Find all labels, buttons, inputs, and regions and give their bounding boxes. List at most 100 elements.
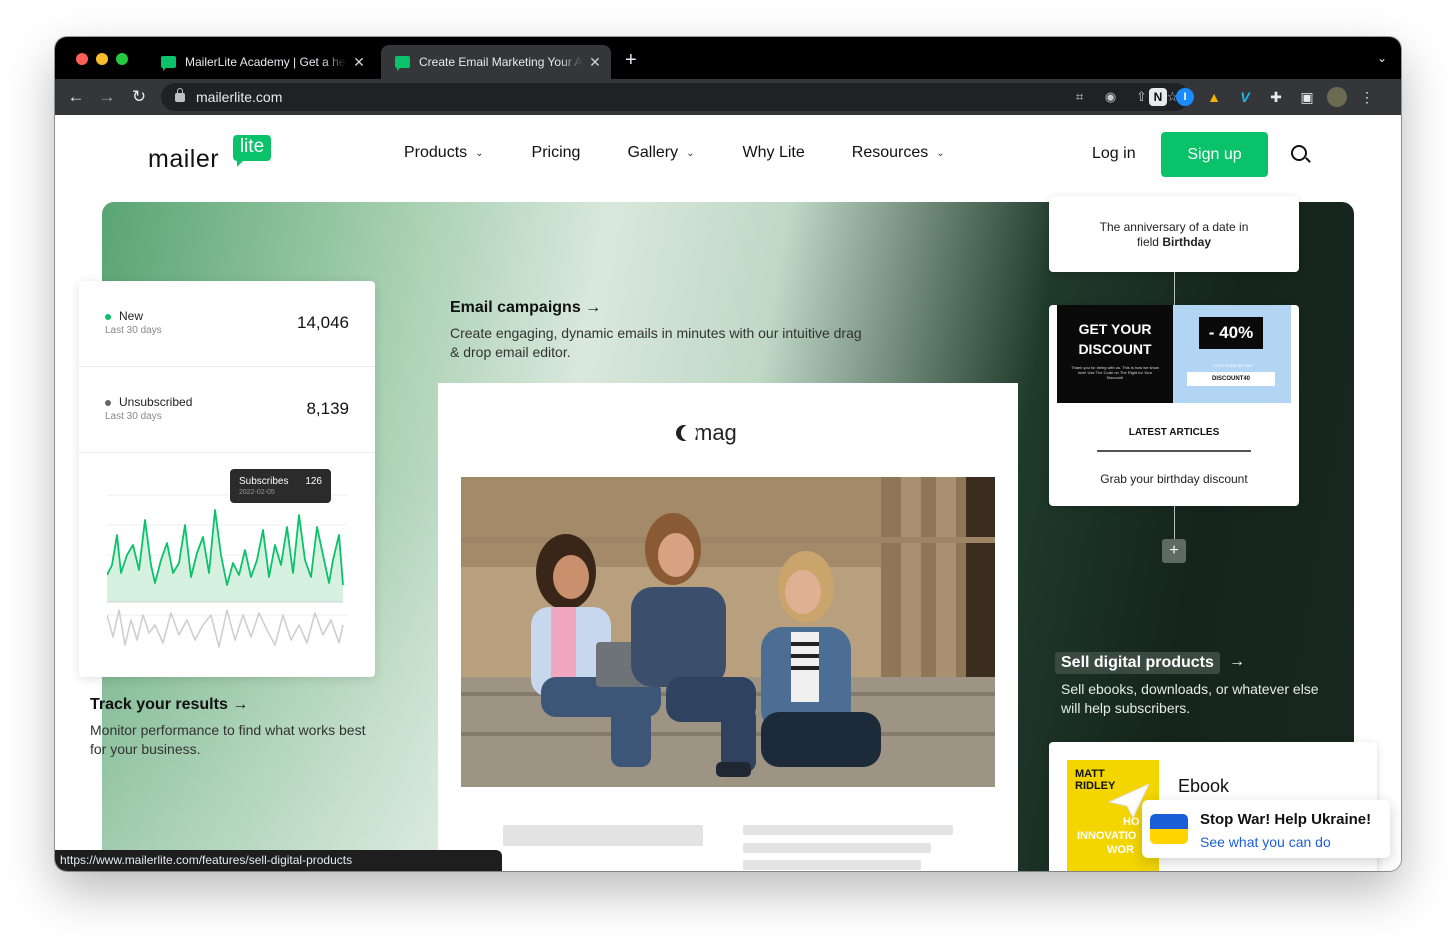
mailerlite-favicon-icon (161, 56, 176, 71)
chevron-down-icon: ⌄ (686, 147, 695, 159)
close-tab-icon[interactable]: ✕ (351, 54, 367, 71)
track-results-description: Monitor performance to find what works b… (90, 722, 366, 757)
add-step-button[interactable]: + (1162, 539, 1186, 563)
search-icon[interactable] (1291, 145, 1307, 161)
sell-digital-products-link[interactable]: Sell digital products (1055, 652, 1220, 674)
tooltip-value: 126 (305, 476, 322, 487)
tab-strip: MailerLite Academy | Get a head start wi… (55, 37, 1401, 79)
nav-gallery[interactable]: Gallery ⌄ (627, 144, 694, 162)
translate-icon[interactable]: ⌗ (1069, 87, 1090, 107)
url-text[interactable]: mailerlite.com (196, 89, 282, 105)
lock-icon[interactable] (175, 87, 185, 102)
trigger-field: Birthday (1162, 235, 1212, 249)
tab-search-chevron-icon[interactable]: ⌄ (1377, 51, 1387, 65)
login-link[interactable]: Log in (1092, 145, 1136, 163)
signup-button[interactable]: Sign up (1161, 132, 1268, 177)
newsletter-preview: mag (438, 383, 1018, 871)
logo-wordmark: mailer (148, 145, 220, 173)
back-button[interactable]: ← (65, 86, 87, 108)
1password-extension-icon[interactable]: I (1176, 88, 1194, 106)
chevron-down-icon: ⌄ (936, 147, 945, 159)
email-campaigns-description: Create engaging, dynamic emails in minut… (450, 325, 862, 360)
reload-button[interactable]: ↻ (128, 86, 150, 108)
browser-window: MailerLite Academy | Get a head start wi… (55, 37, 1401, 871)
placeholder-button (503, 825, 703, 846)
discount-banner: GET YOUR DISCOUNT Thank you for being wit… (1057, 305, 1173, 403)
new-tab-button[interactable]: + (625, 49, 637, 72)
stat-label: New (119, 309, 144, 323)
status-dot (105, 400, 111, 406)
profile-avatar[interactable] (1327, 87, 1347, 107)
mag-logo: mag (676, 420, 737, 446)
notion-extension-icon[interactable]: N (1149, 88, 1167, 106)
unsubscribes-line (107, 609, 344, 648)
tab-create-email-marketing[interactable]: Create Email Marketing Your Audience Wil… (381, 45, 611, 79)
address-bar[interactable]: mailerlite.com ⌗ ◉ ⇧ ☆ (161, 83, 1189, 111)
nav-why-lite[interactable]: Why Lite (743, 144, 805, 162)
trigger-prefix: field (1136, 235, 1163, 249)
tab-title: MailerLite Academy | Get a head start wi… (185, 55, 347, 69)
author-line: MATT (1075, 768, 1105, 780)
tab-mailerlite-academy[interactable]: MailerLite Academy | Get a head start wi… (147, 45, 375, 79)
tab-title: Create Email Marketing Your Audience Wil… (419, 55, 583, 69)
discount-body: Thank you for being with us. This is how… (1071, 365, 1159, 380)
browser-toolbar: ← → ↻ mailerlite.com ⌗ ◉ ⇧ ☆ N I ▲ V ✚ ▣… (55, 79, 1401, 115)
ukraine-banner[interactable]: Stop War! Help Ukraine! See what you can… (1142, 800, 1390, 858)
title-line: INNOVATIO (1077, 830, 1137, 842)
close-tab-icon[interactable]: ✕ (587, 54, 603, 71)
subscribes-area (107, 510, 343, 602)
tooltip-label: Subscribes (239, 476, 289, 487)
forward-button[interactable]: → (96, 86, 118, 108)
nav-label: Resources (851, 144, 929, 161)
placeholder-text-line (743, 843, 931, 853)
browser-menu-icon[interactable]: ⋮ (1356, 87, 1378, 107)
mailerlite-favicon-icon (395, 56, 410, 71)
discount-code-panel: - 40% YOUR CODE BELOW DISCOUNT40 (1173, 305, 1291, 403)
article-text-line (1097, 450, 1251, 452)
title-line: HO (1123, 816, 1140, 828)
headline-line: GET YOUR (1078, 321, 1152, 337)
tracking-blocked-eye-icon[interactable]: ◉ (1100, 87, 1121, 107)
discount-code: DISCOUNT40 (1187, 372, 1275, 386)
email-campaigns-link[interactable]: Email campaigns → (450, 299, 601, 317)
chevron-down-icon: ⌄ (475, 147, 484, 159)
side-panel-icon[interactable]: ▣ (1296, 87, 1318, 107)
close-window-button[interactable] (76, 53, 88, 65)
stats-card: New Last 30 days 14,046 Unsubscribed Las… (79, 281, 375, 677)
stat-new: New Last 30 days 14,046 (79, 281, 375, 367)
ukraine-banner-title: Stop War! Help Ukraine! (1200, 811, 1372, 828)
zoom-window-button[interactable] (116, 53, 128, 65)
feature-title: Track your results (90, 696, 228, 713)
nav-label: Gallery (627, 144, 679, 161)
stat-value: 14,046 (297, 313, 349, 332)
arrow-right-icon: → (232, 696, 249, 713)
status-dot (105, 314, 111, 320)
feature-title: Email campaigns (450, 299, 581, 316)
placeholder-text-line (743, 860, 921, 870)
chart-tooltip: Subscribes 126 2022-02-05 (230, 469, 331, 503)
nav-pricing[interactable]: Pricing (532, 144, 581, 162)
nav-label: Pricing (531, 144, 581, 161)
discount-headline: GET YOUR DISCOUNT (1057, 319, 1173, 359)
vimeo-extension-icon[interactable]: V (1234, 87, 1256, 107)
stat-label: Unsubscribed (119, 395, 193, 409)
automation-email-card[interactable]: GET YOUR DISCOUNT Thank you for being wit… (1049, 305, 1299, 506)
nav-label: Why Lite (742, 144, 805, 161)
stat-period: Last 30 days (105, 411, 162, 422)
tooltip-date: 2022-02-05 (239, 489, 275, 496)
latest-articles-heading: LATEST ARTICLES (1128, 427, 1220, 438)
nav-products[interactable]: Products ⌄ (404, 144, 484, 162)
moon-logo-icon (676, 425, 697, 441)
arrow-right-icon: → (585, 299, 602, 316)
stat-value: 8,139 (306, 399, 349, 418)
nav-resources[interactable]: Resources ⌄ (852, 144, 945, 162)
track-results-link[interactable]: Track your results → (90, 696, 248, 714)
stat-unsubscribed: Unsubscribed Last 30 days 8,139 (79, 367, 375, 453)
newsletter-hero-photo (461, 477, 995, 787)
ukraine-banner-link[interactable]: See what you can do (1200, 834, 1331, 850)
google-drive-extension-icon[interactable]: ▲ (1203, 87, 1225, 107)
automation-trigger-card[interactable]: The anniversary of a date in field Birth… (1049, 196, 1299, 272)
title-line: WOR (1107, 844, 1134, 856)
extensions-puzzle-icon[interactable]: ✚ (1265, 87, 1287, 107)
minimize-window-button[interactable] (96, 53, 108, 65)
